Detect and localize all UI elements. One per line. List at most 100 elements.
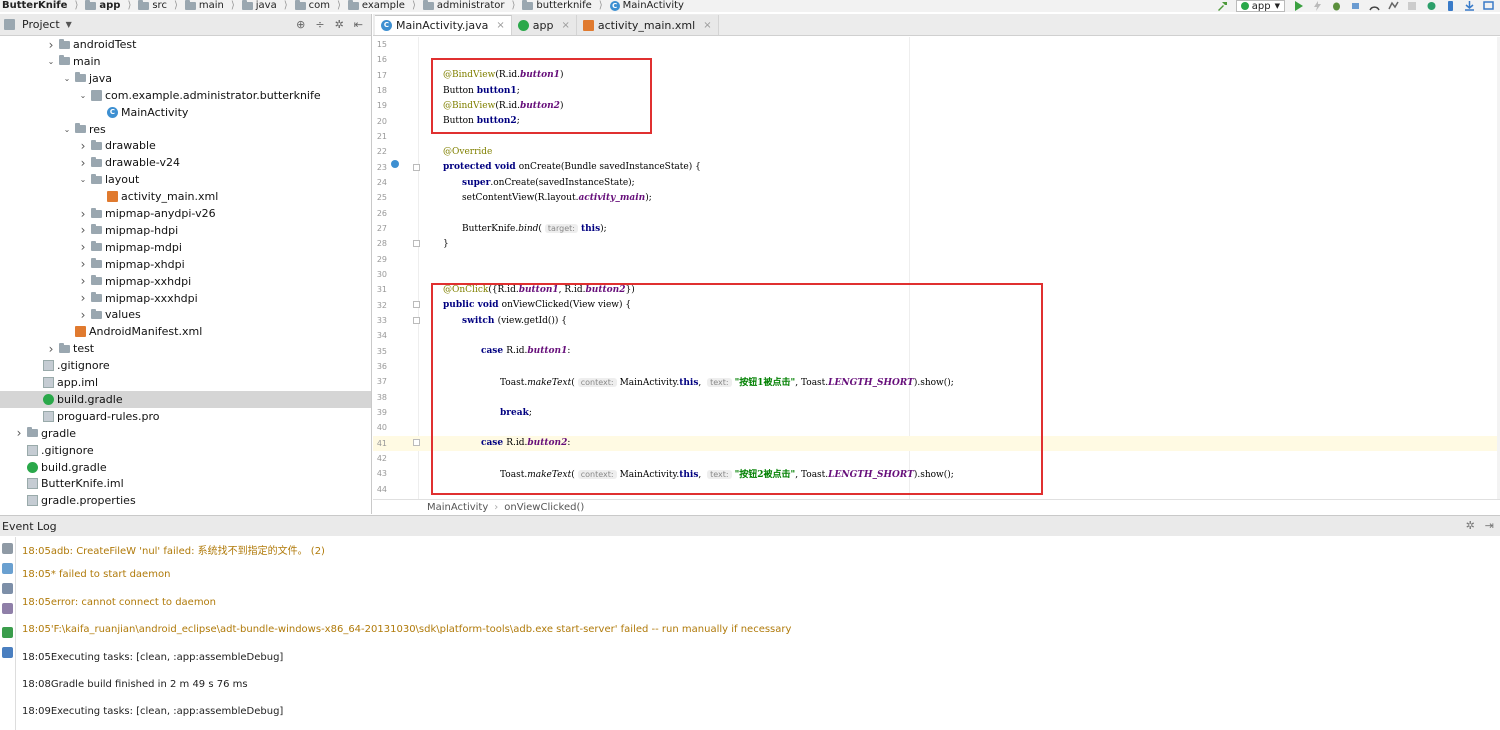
chevron-down-icon[interactable]: ⌄ — [78, 91, 88, 100]
fold-marker-icon[interactable] — [413, 301, 420, 308]
sdk-manager-icon[interactable] — [1464, 1, 1475, 11]
stop-icon[interactable] — [1407, 1, 1418, 11]
java-class-icon: C — [609, 1, 620, 11]
chevron-right-icon[interactable]: › — [78, 240, 88, 254]
attach-debugger-icon[interactable] — [1350, 1, 1361, 11]
chevron-right-icon[interactable]: › — [78, 274, 88, 288]
profiler-icon[interactable] — [1369, 1, 1380, 11]
tree-item[interactable]: activity_main.xml — [0, 188, 371, 205]
tree-item[interactable]: › mipmap-anydpi-v26 — [0, 205, 371, 222]
collapse-all-icon[interactable]: ÷ — [315, 18, 324, 31]
editor-tab[interactable]: C MainActivity.java × — [375, 15, 512, 35]
breadcrumb-item[interactable]: example — [346, 0, 407, 12]
tree-item[interactable]: › test — [0, 340, 371, 357]
scroll-to-end-icon[interactable] — [2, 603, 13, 614]
breadcrumb-item[interactable]: app — [83, 0, 122, 12]
chevron-right-icon[interactable]: › — [78, 139, 88, 153]
run-configuration-select[interactable]: app ▼ — [1235, 0, 1285, 12]
chevron-right-icon[interactable]: › — [46, 38, 56, 52]
tree-item[interactable]: › androidTest — [0, 36, 371, 53]
scroll-from-source-icon[interactable]: ⊕ — [296, 18, 305, 31]
chevron-right-icon[interactable]: › — [78, 257, 88, 271]
editor-tab[interactable]: activity_main.xml × — [576, 15, 719, 35]
run-icon[interactable] — [1293, 1, 1304, 11]
checkbox-icon[interactable] — [2, 627, 13, 638]
fold-marker-icon[interactable] — [413, 317, 420, 324]
tree-item[interactable]: ⌄ res — [0, 121, 371, 138]
tree-item[interactable]: gradle.properties — [0, 492, 371, 509]
tree-item[interactable]: .gitignore — [0, 357, 371, 374]
chevron-right-icon[interactable]: › — [46, 342, 56, 356]
close-icon[interactable]: × — [496, 20, 504, 31]
tree-item[interactable]: proguard-rules.pro — [0, 408, 371, 425]
chevron-down-icon[interactable]: ▼ — [66, 20, 72, 29]
tree-item[interactable]: ⌄ java — [0, 70, 371, 87]
gear-icon[interactable]: ✲ — [1466, 519, 1475, 532]
tree-item[interactable]: .gitignore — [0, 442, 371, 459]
tree-item[interactable]: › mipmap-xxhdpi — [0, 273, 371, 290]
chevron-right-icon[interactable]: › — [14, 426, 24, 440]
breadcrumb-class[interactable]: MainActivity — [427, 502, 488, 513]
breadcrumb-method[interactable]: onViewClicked() — [504, 502, 584, 513]
breadcrumb-item[interactable]: C MainActivity — [608, 0, 686, 12]
chevron-down-icon[interactable]: ⌄ — [62, 74, 72, 83]
chevron-right-icon[interactable]: › — [78, 207, 88, 221]
close-icon[interactable]: × — [561, 20, 569, 31]
override-method-icon[interactable] — [391, 160, 399, 168]
avd-manager-icon[interactable] — [1445, 1, 1456, 11]
tree-item[interactable]: › gradle — [0, 425, 371, 442]
tree-item[interactable]: ButterKnife.iml — [0, 475, 371, 492]
breadcrumb-separator: ⟩ — [74, 0, 79, 11]
chevron-right-icon[interactable]: › — [78, 308, 88, 322]
fold-marker-icon[interactable] — [413, 164, 420, 171]
tree-item[interactable]: build.gradle — [0, 390, 371, 408]
tree-item[interactable]: › drawable — [0, 137, 371, 154]
breadcrumb-item[interactable]: administrator — [421, 0, 507, 12]
soft-wrap-icon[interactable] — [2, 583, 13, 594]
breadcrumb-item[interactable]: ButterKnife — [0, 0, 69, 12]
tree-item[interactable]: C MainActivity — [0, 104, 371, 121]
mark-read-icon[interactable] — [2, 563, 13, 574]
project-panel-title[interactable]: Project — [22, 18, 60, 31]
breadcrumb-item[interactable]: butterknife — [520, 0, 593, 12]
java-class-icon: C — [381, 20, 392, 31]
coverage-icon[interactable] — [1388, 1, 1399, 11]
tree-item[interactable]: build.gradle — [0, 459, 371, 476]
tree-item[interactable]: ⌄ layout — [0, 171, 371, 188]
chevron-right-icon[interactable]: › — [78, 156, 88, 170]
apply-changes-icon[interactable] — [1312, 1, 1323, 11]
tree-item[interactable]: AndroidManifest.xml — [0, 323, 371, 340]
breadcrumb-item[interactable]: main — [183, 0, 226, 12]
close-icon[interactable]: × — [703, 20, 711, 31]
breadcrumb-item[interactable]: com — [293, 0, 332, 12]
code-area[interactable]: 15 16 17 @BindView(R.id.button1) 18 Button bu… — [373, 37, 1500, 499]
tree-item[interactable]: › mipmap-mdpi — [0, 239, 371, 256]
chevron-down-icon[interactable]: ⌄ — [62, 125, 72, 134]
tree-item[interactable]: ⌄ main — [0, 53, 371, 70]
tree-item[interactable]: › mipmap-xhdpi — [0, 256, 371, 273]
hide-panel-icon[interactable]: ⇤ — [354, 18, 363, 31]
trash-icon[interactable] — [2, 647, 13, 658]
chevron-down-icon[interactable]: ⌄ — [46, 57, 56, 66]
chevron-right-icon[interactable]: › — [78, 291, 88, 305]
chevron-right-icon[interactable]: › — [78, 223, 88, 237]
tree-item[interactable]: app.iml — [0, 374, 371, 391]
editor-tab[interactable]: app × — [511, 15, 577, 35]
fold-marker-icon[interactable] — [413, 240, 420, 247]
fold-marker-icon[interactable] — [413, 439, 420, 446]
tree-item[interactable]: › mipmap-hdpi — [0, 222, 371, 239]
tree-item[interactable]: › values — [0, 306, 371, 323]
tree-item[interactable]: ⌄ com.example.administrator.butterknife — [0, 87, 371, 104]
tree-item[interactable]: › mipmap-xxxhdpi — [0, 290, 371, 307]
breadcrumb-item[interactable]: java — [240, 0, 279, 12]
sync-gradle-icon[interactable] — [1426, 1, 1437, 11]
settings-icon[interactable] — [2, 543, 13, 554]
android-device-monitor-icon[interactable] — [1483, 1, 1494, 11]
gear-icon[interactable]: ✲ — [335, 18, 344, 31]
hammer-build-icon[interactable] — [1217, 1, 1228, 11]
chevron-down-icon[interactable]: ⌄ — [78, 175, 88, 184]
debug-icon[interactable] — [1331, 1, 1342, 11]
hide-panel-icon[interactable]: ⇥ — [1485, 519, 1494, 532]
breadcrumb-item[interactable]: src — [136, 0, 169, 12]
tree-item[interactable]: › drawable-v24 — [0, 154, 371, 171]
